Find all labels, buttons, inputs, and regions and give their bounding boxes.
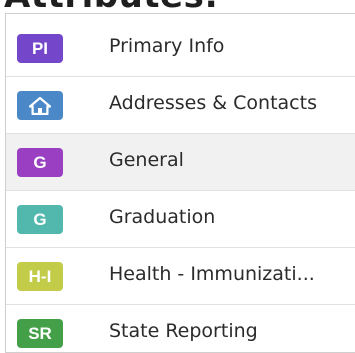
menu-item-label: Health - Immunizati...: [109, 263, 315, 285]
home-icon: [17, 91, 63, 120]
menu-item-primary-info[interactable]: PI Primary Info: [6, 20, 355, 77]
menu-item-graduation[interactable]: G Graduation: [6, 191, 355, 248]
heading-clip: Attributes:: [0, 0, 355, 13]
general-badge: G: [17, 148, 63, 177]
attributes-menu: PI Primary Info Addresses & Contacts G G…: [5, 13, 355, 353]
primary-info-badge: PI: [17, 34, 63, 63]
menu-item-label: Primary Info: [109, 35, 225, 57]
menu-item-label: Addresses & Contacts: [109, 92, 317, 114]
section-heading: Attributes:: [4, 0, 218, 13]
graduation-badge: G: [17, 205, 63, 234]
menu-item-label: General: [109, 149, 184, 171]
menu-item-general[interactable]: G General: [6, 134, 355, 191]
state-reporting-badge: SR: [17, 319, 63, 348]
menu-item-state-reporting[interactable]: SR State Reporting: [6, 305, 355, 352]
menu-item-health-immunizations[interactable]: H-I Health - Immunizati...: [6, 248, 355, 305]
menu-item-addresses-contacts[interactable]: Addresses & Contacts: [6, 77, 355, 134]
health-immunization-badge: H-I: [17, 262, 63, 291]
menu-item-label: Graduation: [109, 206, 216, 228]
